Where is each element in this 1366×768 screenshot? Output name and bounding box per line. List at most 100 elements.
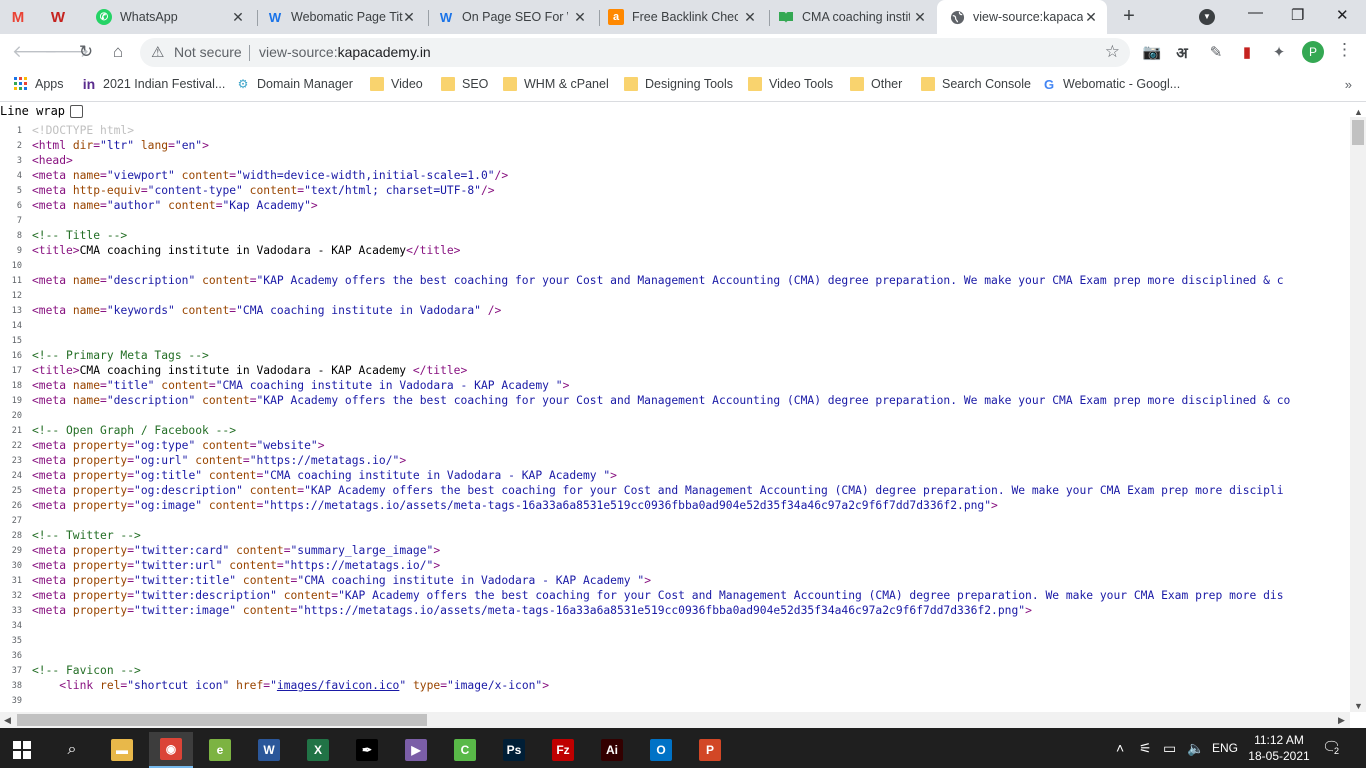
vertical-scrollbar[interactable] — [1350, 117, 1366, 712]
taskbar-app-file-explorer[interactable]: ▬ — [100, 732, 144, 768]
line-code: <meta name="description" content="KAP Ac… — [26, 394, 1290, 407]
restore-icon[interactable]: ❐ — [1291, 6, 1304, 24]
taskbar-app-powerpoint[interactable]: P — [688, 732, 732, 768]
scroll-right-arrow-icon[interactable]: ▶ — [1338, 715, 1345, 726]
tab-on-page-seo[interactable]: W On Page SEO For W ✕ — [438, 0, 596, 34]
bookmark-folder-other[interactable]: Other — [850, 77, 902, 91]
code-token: "CMA coaching institute in Vadodara - KA… — [215, 379, 563, 392]
extension-red-icon[interactable]: ▮ — [1237, 43, 1257, 61]
source-line: 31 <meta property="twitter:title" content… — [0, 573, 651, 588]
extensions-puzzle-icon[interactable]: ✦ — [1269, 43, 1289, 61]
code-token: > — [433, 544, 441, 557]
kebab-menu-icon[interactable]: ⋮ — [1336, 40, 1353, 60]
volume-icon[interactable]: 🔈 — [1187, 740, 1204, 757]
display-icon[interactable]: ▭ — [1163, 740, 1176, 757]
warning-icon[interactable]: ⚠ — [151, 43, 164, 61]
tab-gmail[interactable]: M — [10, 0, 44, 34]
reload-icon[interactable]: ↻ — [76, 42, 96, 62]
bookmark-folder-seo[interactable]: SEO — [441, 77, 488, 91]
forward-icon[interactable]: 🡒 — [44, 42, 90, 62]
bookmark-star-icon[interactable]: ☆ — [1105, 42, 1120, 62]
back-icon[interactable]: 🡐 — [12, 42, 58, 62]
close-icon[interactable]: ✕ — [912, 9, 928, 26]
close-icon[interactable]: ✕ — [742, 9, 758, 26]
scroll-left-arrow-icon[interactable]: ◀ — [4, 715, 11, 726]
camera-icon[interactable]: 📷 — [1142, 43, 1162, 61]
close-icon[interactable]: ✕ — [230, 9, 246, 26]
new-tab-icon[interactable]: + — [1119, 5, 1139, 28]
taskbar-app-camtasia[interactable]: C — [443, 732, 487, 768]
taskbar-app-chrome[interactable]: ◉ — [149, 732, 193, 768]
tab-webomatic-page-title[interactable]: W Webomatic Page Tit ✕ — [267, 0, 425, 34]
bookmark-webomatic-google[interactable]: G Webomatic - Googl... — [1042, 77, 1181, 92]
address-bar[interactable]: ⚠ Not secure view-source:kapacademy.in ☆ — [140, 38, 1130, 67]
start-button[interactable] — [0, 732, 44, 768]
code-token: = — [100, 304, 107, 317]
tab-cma-coaching[interactable]: CMA coaching instit ✕ — [778, 0, 936, 34]
tab-webomatic[interactable]: W — [50, 0, 84, 34]
code-token: content — [236, 544, 284, 557]
network-icon[interactable]: ⚟ — [1139, 740, 1152, 757]
hindi-input-icon[interactable]: अ — [1172, 43, 1192, 63]
bookmark-label: Video — [391, 77, 423, 91]
scroll-down-arrow-icon[interactable]: ▼ — [1354, 701, 1363, 711]
line-wrap-toggle[interactable]: Line wrap — [0, 104, 84, 118]
bookmark-domain-manager[interactable]: ⚙ Domain Manager — [236, 77, 353, 91]
taskbar-app-word[interactable]: W — [247, 732, 291, 768]
bookmark-label: Webomatic - Googl... — [1063, 77, 1181, 91]
close-icon[interactable]: ✕ — [401, 9, 417, 26]
file-explorer-icon: ▬ — [111, 739, 133, 761]
line-wrap-checkbox[interactable] — [70, 104, 84, 118]
bookmark-folder-video[interactable]: Video — [370, 77, 423, 91]
line-code: <meta name="title" content="CMA coaching… — [26, 379, 569, 392]
folder-icon — [370, 77, 384, 91]
taskbar-app-illustrator[interactable]: Ai — [590, 732, 634, 768]
folder-icon — [503, 77, 517, 91]
close-window-icon[interactable]: ✕ — [1336, 6, 1349, 24]
taskbar-app-inkscape[interactable]: ✒ — [345, 732, 389, 768]
tab-free-backlink-check[interactable]: a Free Backlink Check ✕ — [608, 0, 766, 34]
bookmark-folder-whm-cpanel[interactable]: WHM & cPanel — [503, 77, 609, 91]
taskbar-app-media-player[interactable]: ▶ — [394, 732, 438, 768]
code-token: http-equiv — [72, 184, 141, 197]
notification-center-icon[interactable]: 🗨 2 — [1322, 738, 1342, 758]
tab-view-source[interactable]: view-source:kapaca ✕ — [937, 0, 1107, 34]
taskbar-app-aside-green[interactable]: e — [198, 732, 242, 768]
source-line: 15 — [0, 333, 32, 348]
source-link[interactable]: images/favicon.ico — [277, 679, 399, 692]
language-indicator[interactable]: ENG — [1212, 741, 1238, 755]
bookmark-folder-video-tools[interactable]: Video Tools — [748, 77, 833, 91]
taskbar-app-excel[interactable]: X — [296, 732, 340, 768]
code-token: "title" — [106, 379, 155, 392]
vertical-scrollbar-thumb[interactable] — [1352, 120, 1364, 145]
bookmark-folder-designing-tools[interactable]: Designing Tools — [624, 77, 733, 91]
clock[interactable]: 11:12 AM 18-05-2021 — [1248, 732, 1310, 764]
bookmark-folder-search-console[interactable]: Search Console — [921, 77, 1031, 91]
horizontal-scrollbar-thumb[interactable] — [17, 714, 427, 726]
tab-search-icon[interactable]: ▼ — [1199, 9, 1215, 25]
taskbar-app-filezilla[interactable]: Fz — [541, 732, 585, 768]
scroll-up-arrow-icon[interactable]: ▲ — [1354, 107, 1363, 117]
bookmark-label: Designing Tools — [645, 77, 734, 91]
code-token: > — [991, 499, 998, 512]
chevron-right-double-icon[interactable]: » — [1345, 77, 1352, 92]
tab-separator — [428, 10, 429, 26]
bookmark-apps[interactable]: Apps — [14, 77, 64, 91]
eyedropper-icon[interactable]: ✎ — [1206, 43, 1226, 61]
taskbar-app-photoshop[interactable]: Ps — [492, 732, 536, 768]
chevron-up-icon[interactable]: ˄ — [1116, 740, 1124, 756]
minimize-icon[interactable]: — — [1248, 4, 1263, 21]
not-secure-label[interactable]: Not secure — [174, 44, 242, 60]
profile-avatar[interactable]: P — [1302, 41, 1324, 63]
code-token: lang — [140, 139, 169, 152]
url-text[interactable]: view-source:kapacademy.in — [259, 44, 431, 60]
tab-whatsapp[interactable]: ✆ WhatsApp ✕ — [96, 0, 254, 34]
close-icon[interactable]: ✕ — [572, 9, 588, 26]
bookmark-indian-festival[interactable]: in 2021 Indian Festival... — [82, 76, 226, 92]
taskbar-app-outlook[interactable]: O — [639, 732, 683, 768]
search-button[interactable]: ⌕ — [50, 732, 94, 768]
url-prefix: view-source: — [259, 44, 338, 60]
home-icon[interactable]: ⌂ — [108, 42, 128, 62]
close-icon[interactable]: ✕ — [1083, 9, 1099, 26]
code-token: <meta — [32, 394, 73, 407]
